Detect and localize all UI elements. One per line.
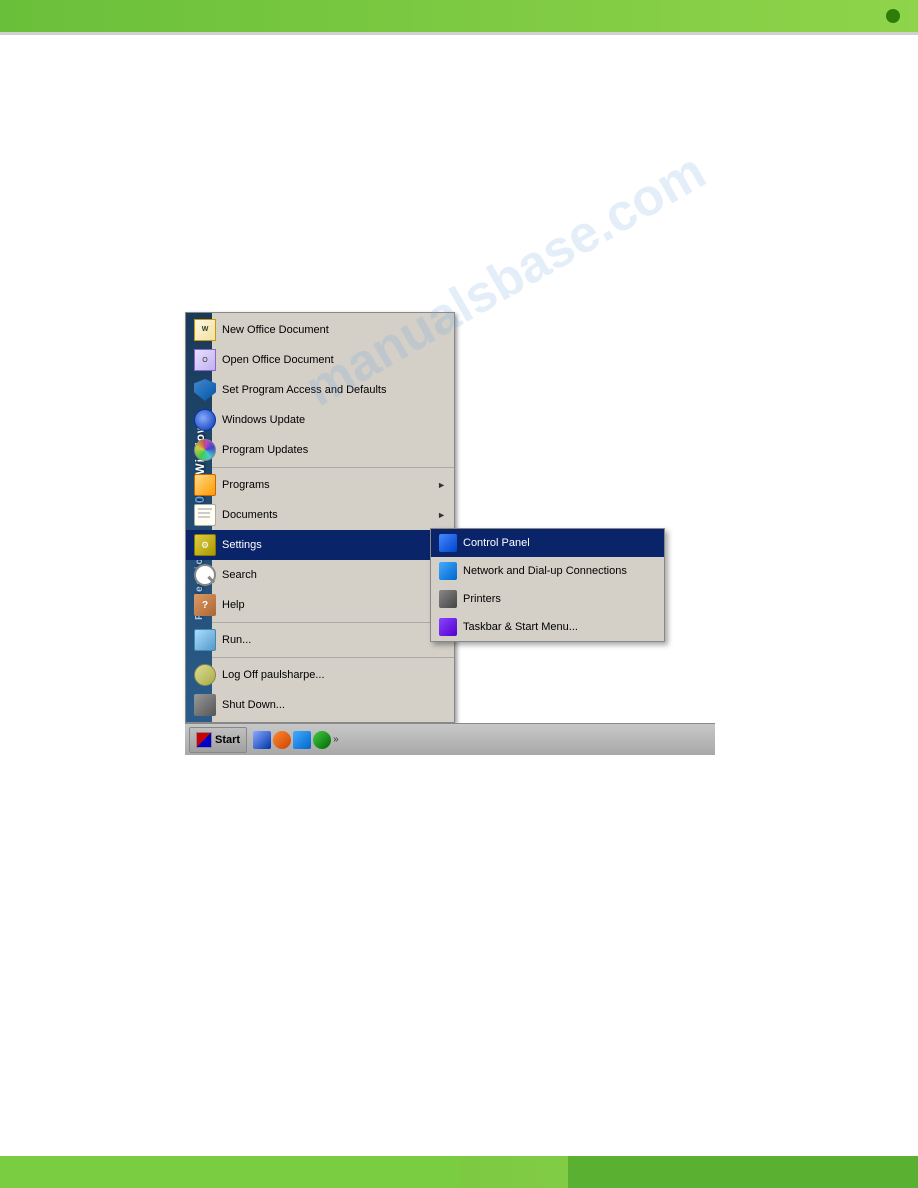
start-button[interactable]: Start bbox=[189, 727, 247, 753]
taskbar-icon-green[interactable] bbox=[313, 731, 331, 749]
bottom-bar-right bbox=[568, 1156, 918, 1188]
network-icon bbox=[439, 562, 457, 580]
menu-item-logoff[interactable]: Log Off paulsharpe... bbox=[186, 660, 454, 690]
docs-icon bbox=[194, 504, 216, 526]
submenu-item-taskbar[interactable]: Taskbar & Start Menu... bbox=[431, 613, 664, 641]
submenu-item-network[interactable]: Network and Dial-up Connections bbox=[431, 557, 664, 585]
menu-item-label: New Office Document bbox=[222, 324, 446, 336]
printers-icon bbox=[439, 590, 457, 608]
taskbar: Start » bbox=[185, 723, 715, 755]
submenu-item-label: Printers bbox=[463, 593, 501, 605]
taskbar-icon-folder[interactable] bbox=[293, 731, 311, 749]
menu-item-settings[interactable]: ⚙ Settings ► Control Panel Network and D… bbox=[186, 530, 454, 560]
top-bar-circle bbox=[886, 9, 900, 23]
logoff-icon bbox=[194, 664, 216, 686]
menu-item-label: Shut Down... bbox=[222, 699, 446, 711]
menu-item-help[interactable]: ? Help bbox=[186, 590, 454, 620]
menu-item-set-program[interactable]: Set Program Access and Defaults bbox=[186, 375, 454, 405]
screenshot-container: Professional 2000 Windows W New Office D… bbox=[185, 235, 715, 755]
menu-divider-1 bbox=[186, 622, 454, 623]
start-label: Start bbox=[215, 734, 240, 746]
menu-item-label: Documents bbox=[222, 509, 431, 521]
submenu-item-label: Network and Dial-up Connections bbox=[463, 565, 627, 577]
office-open-icon: O bbox=[194, 349, 216, 371]
menu-item-label: Log Off paulsharpe... bbox=[222, 669, 446, 681]
menu-item-label: Windows Update bbox=[222, 414, 446, 426]
taskbar-menu-icon bbox=[439, 618, 457, 636]
settings-icon: ⚙ bbox=[194, 534, 216, 556]
programs-arrow: ► bbox=[437, 480, 446, 490]
search-icon bbox=[194, 564, 216, 586]
globe-icon bbox=[194, 409, 216, 431]
taskbar-icon-ie[interactable] bbox=[253, 731, 271, 749]
menu-item-new-office[interactable]: W New Office Document bbox=[186, 315, 454, 345]
submenu-item-control-panel[interactable]: Control Panel bbox=[431, 529, 664, 557]
menu-section-top: W New Office Document O Open Office Docu… bbox=[186, 313, 454, 468]
menu-item-run[interactable]: Run... bbox=[186, 625, 454, 655]
start-menu: Professional 2000 Windows W New Office D… bbox=[185, 312, 455, 723]
menu-item-label: Programs bbox=[222, 479, 431, 491]
menu-item-label: Program Updates bbox=[222, 444, 446, 456]
windows-flag-icon bbox=[196, 732, 212, 748]
taskbar-icon-browser[interactable] bbox=[273, 731, 291, 749]
menu-item-documents[interactable]: Documents ► bbox=[186, 500, 454, 530]
menu-item-program-updates[interactable]: Program Updates bbox=[186, 435, 454, 465]
documents-arrow: ► bbox=[437, 510, 446, 520]
control-panel-icon bbox=[439, 534, 457, 552]
bottom-bar-left bbox=[0, 1156, 460, 1188]
menu-item-shutdown[interactable]: Shut Down... bbox=[186, 690, 454, 720]
run-icon bbox=[194, 629, 216, 651]
menu-item-label: Run... bbox=[222, 634, 446, 646]
submenu-item-printers[interactable]: Printers bbox=[431, 585, 664, 613]
settings-submenu: Control Panel Network and Dial-up Connec… bbox=[430, 528, 665, 642]
menu-section-bottom: Programs ► Documents ► ⚙ Settings ► bbox=[186, 468, 454, 722]
shutdown-icon bbox=[194, 694, 216, 716]
taskbar-more-button[interactable]: » bbox=[333, 734, 339, 745]
office-new-icon: W bbox=[194, 319, 216, 341]
programs-icon bbox=[194, 474, 216, 496]
cd-icon bbox=[194, 439, 216, 461]
submenu-item-label: Control Panel bbox=[463, 537, 530, 549]
taskbar-icons bbox=[253, 731, 331, 749]
menu-item-programs[interactable]: Programs ► bbox=[186, 470, 454, 500]
top-bar bbox=[0, 0, 918, 32]
menu-item-search[interactable]: Search bbox=[186, 560, 454, 590]
menu-item-label: Open Office Document bbox=[222, 354, 446, 366]
submenu-item-label: Taskbar & Start Menu... bbox=[463, 621, 578, 633]
menu-item-open-office[interactable]: O Open Office Document bbox=[186, 345, 454, 375]
help-icon: ? bbox=[194, 594, 216, 616]
menu-item-windows-update[interactable]: Windows Update bbox=[186, 405, 454, 435]
content-area: Professional 2000 Windows W New Office D… bbox=[0, 35, 918, 1153]
menu-item-label: Help bbox=[222, 599, 446, 611]
menu-divider-2 bbox=[186, 657, 454, 658]
menu-item-label: Search bbox=[222, 569, 446, 581]
shield-icon bbox=[194, 379, 216, 401]
menu-item-label: Settings bbox=[222, 539, 431, 551]
bottom-bar bbox=[0, 1156, 918, 1188]
menu-item-label: Set Program Access and Defaults bbox=[222, 384, 446, 396]
